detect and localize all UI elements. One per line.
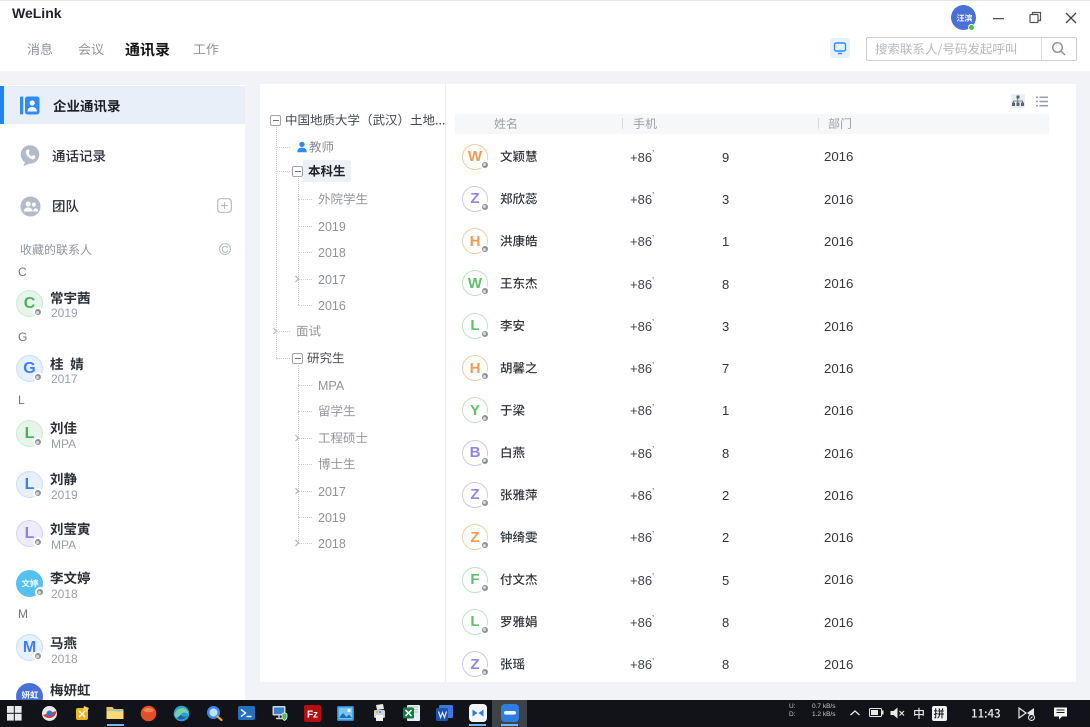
svg-text:Fz: Fz — [307, 710, 318, 721]
